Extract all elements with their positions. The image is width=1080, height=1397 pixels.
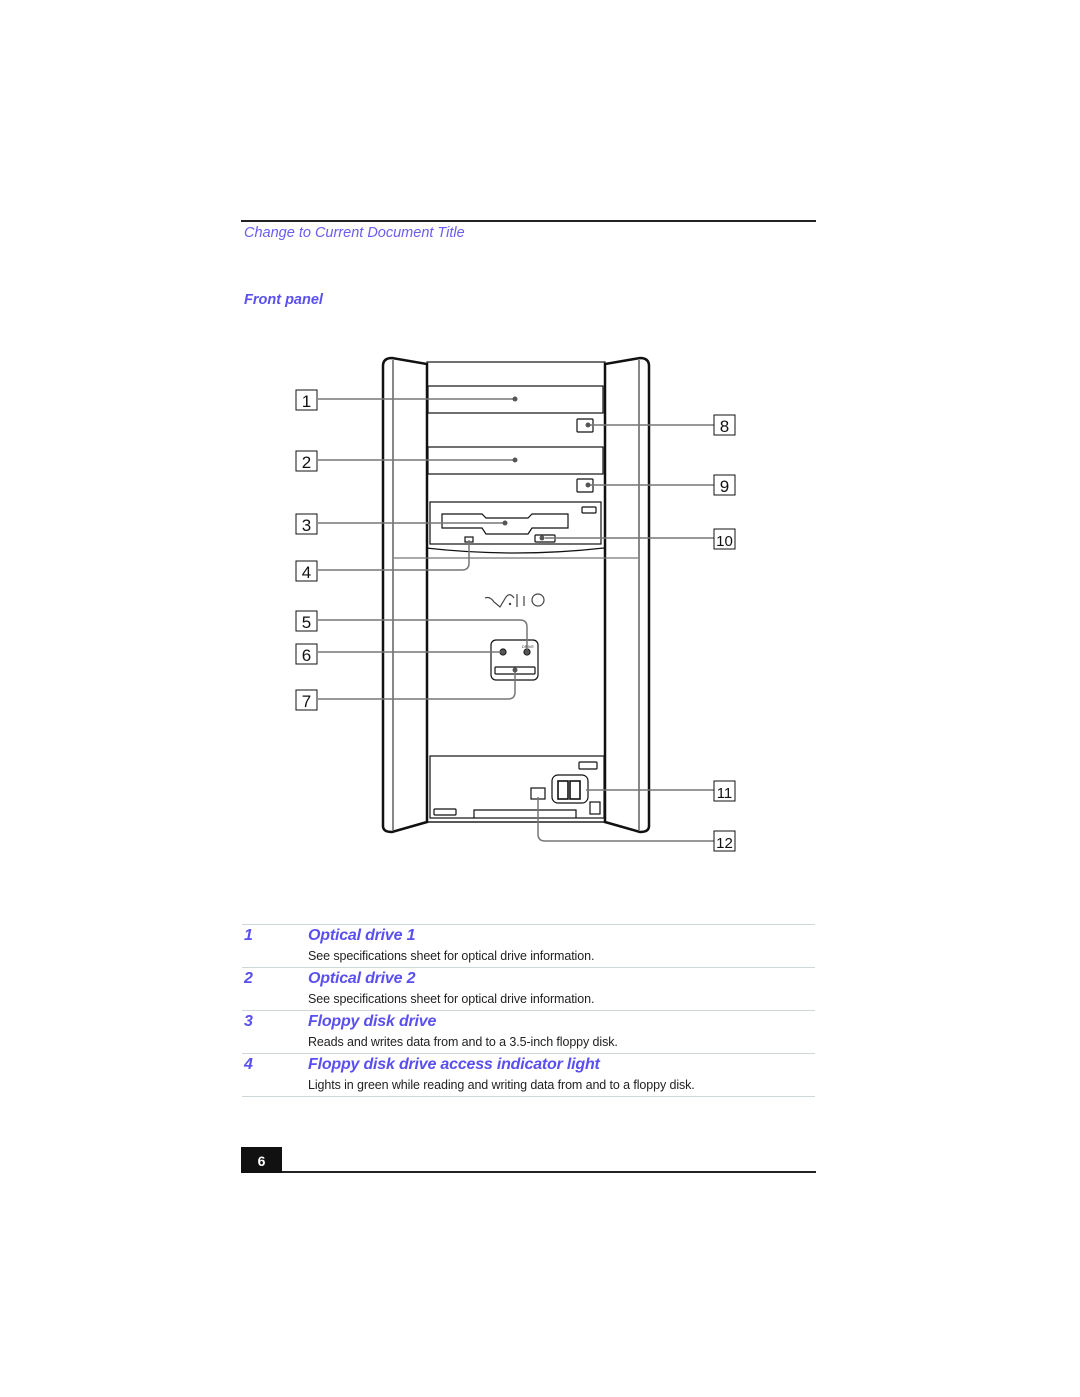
callout-5: 5 [295, 610, 318, 632]
item-description: See specifications sheet for optical dri… [308, 949, 595, 963]
page-number: 6 [241, 1147, 282, 1173]
leader-7 [318, 670, 516, 700]
callout-9: 9 [713, 474, 736, 496]
svg-text:2: 2 [302, 453, 311, 472]
document-title[interactable]: Change to Current Document Title [244, 225, 465, 241]
case-right-wing [603, 356, 651, 834]
vaio-logo [484, 594, 525, 608]
drive-label: DRIVE [522, 644, 535, 649]
usb-port-2 [569, 780, 581, 800]
callout-7: 7 [295, 689, 318, 711]
svg-text:5: 5 [302, 613, 311, 632]
callout-10: 10 [713, 528, 736, 550]
callout-12: 12 [713, 830, 736, 852]
svg-text:12: 12 [716, 835, 733, 852]
table-row: 4 Floppy disk drive access indicator lig… [242, 1053, 815, 1097]
item-description: See specifications sheet for optical dri… [308, 992, 595, 1006]
svg-text:11: 11 [717, 785, 733, 802]
svg-text:8: 8 [720, 417, 729, 436]
callout-6: 6 [295, 643, 318, 665]
item-title[interactable]: Optical drive 2 [308, 970, 415, 988]
svg-text:3: 3 [302, 516, 311, 535]
callout-11: 11 [713, 780, 736, 802]
svg-text:4: 4 [302, 563, 311, 582]
table-row: 1 Optical drive 1 See specifications she… [242, 924, 815, 967]
usb-port-1 [557, 780, 569, 800]
item-number: 1 [244, 927, 253, 944]
front-panel-diagram: 1 2 3 4 5 6 7 8 9 10 11 12 DRIVE [295, 356, 736, 852]
case-body [426, 361, 606, 823]
item-description: Reads and writes data from and to a 3.5-… [308, 1035, 618, 1049]
item-number: 4 [244, 1056, 253, 1073]
svg-text:9: 9 [720, 477, 729, 496]
section-heading: Front panel [244, 292, 323, 308]
item-number: 2 [244, 970, 253, 987]
table-row: 3 Floppy disk drive Reads and writes dat… [242, 1010, 815, 1053]
item-number: 3 [244, 1013, 253, 1030]
item-title[interactable]: Floppy disk drive access indicator light [308, 1056, 600, 1074]
callout-1: 1 [295, 389, 318, 411]
description-table: 1 Optical drive 1 See specifications she… [242, 924, 815, 1097]
svg-text:6: 6 [302, 646, 311, 665]
svg-text:10: 10 [716, 533, 733, 550]
item-description: Lights in green while reading and writin… [308, 1078, 695, 1092]
header-rule [241, 220, 816, 222]
callout-3: 3 [295, 513, 318, 535]
callout-2: 2 [295, 450, 318, 472]
bottom-bay [429, 755, 605, 819]
item-title[interactable]: Optical drive 1 [308, 927, 415, 945]
footer-rule [282, 1171, 816, 1173]
case-left-wing [381, 356, 429, 834]
leader-5 [318, 619, 528, 652]
callout-4: 4 [295, 560, 318, 582]
table-row: 2 Optical drive 2 See specifications she… [242, 967, 815, 1010]
item-title[interactable]: Floppy disk drive [308, 1013, 436, 1031]
callout-8: 8 [713, 414, 736, 436]
svg-text:7: 7 [302, 692, 311, 711]
svg-text:1: 1 [302, 392, 311, 411]
